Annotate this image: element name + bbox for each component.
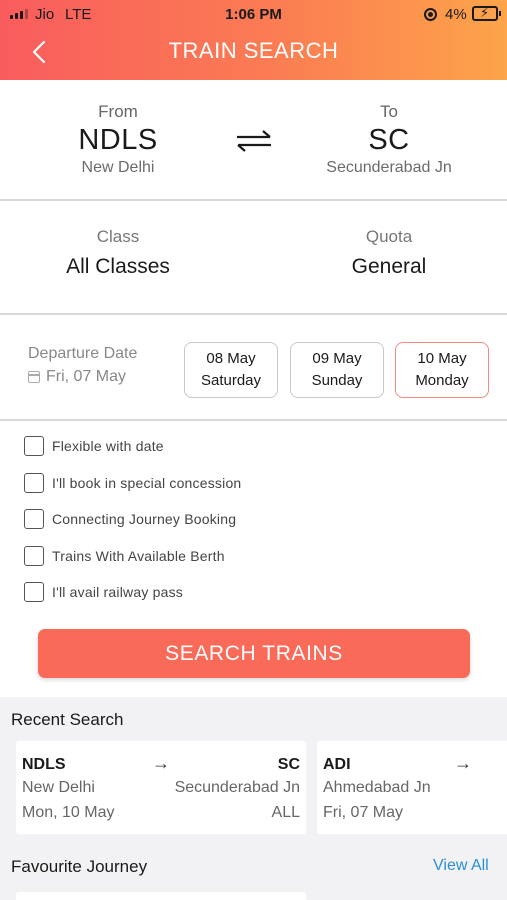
option-label: I'll book in special concession [52,475,242,491]
date-chip-day: Monday [415,372,469,389]
to-station[interactable]: To SC Secunderabad Jn [289,102,489,177]
favourite-journey-title: Favourite Journey [11,857,148,876]
right-arrow-icon: → [152,753,170,773]
checkbox[interactable] [24,473,44,493]
from-code: NDLS [78,124,158,156]
to-name: Secunderabad Jn [326,159,452,176]
recent-to-name: Secunderabad Jn [174,779,300,796]
date-chip-09-may[interactable]: 09 May Sunday [290,342,384,398]
to-code: SC [368,124,410,156]
recent-from-code: ADI [323,756,351,773]
recent-search-title: Recent Search [11,710,124,729]
swap-stations-button[interactable] [234,128,274,154]
option-railway-pass[interactable]: I'll avail railway pass [24,581,183,603]
recent-from-name: New Delhi [22,779,95,796]
class-selector[interactable]: Class All Classes [18,227,218,279]
recent-date: Fri, 07 May [323,804,404,821]
date-chip-date: 10 May [417,350,467,367]
option-label: I'll avail railway pass [52,584,183,600]
date-chip-date: 09 May [312,350,362,367]
departure-date-row: Departure Date Fri, 07 May 08 May Saturd… [0,315,507,421]
option-connecting-journey[interactable]: Connecting Journey Booking [24,508,236,530]
recent-search-card[interactable]: ADI → Ahmedabad Jn Fri, 07 May [317,741,507,834]
orientation-lock-icon [424,8,437,21]
departure-date-picker[interactable]: Departure Date Fri, 07 May [28,345,137,386]
quota-value: General [351,255,427,278]
option-label: Trains With Available Berth [52,548,225,564]
app-header: Jio LTE 1:06 PM 4% ⚡ TRAIN SEARCH [0,0,507,80]
option-label: Connecting Journey Booking [52,511,237,527]
recent-to-code: SC [277,756,300,773]
battery-icon: ⚡ [472,5,501,21]
recent-search-card[interactable]: NDLS → SC New Delhi Secunderabad Jn Mon,… [16,741,306,834]
quota-selector[interactable]: Quota General [289,227,489,279]
departure-date-value: Fri, 07 May [46,368,127,385]
to-label: To [380,102,398,121]
from-label: From [98,102,138,121]
swap-arrows-icon [237,130,271,152]
recent-favourite-section: Recent Search NDLS → SC New Delhi Secund… [0,697,507,900]
class-quota-row: Class All Classes Quota General [0,201,507,315]
view-all-link[interactable]: View All [433,857,489,875]
date-chip-day: Sunday [311,372,363,389]
page-title: TRAIN SEARCH [168,38,339,63]
battery-percent: 4% [445,6,467,23]
from-station[interactable]: From NDLS New Delhi [18,102,218,177]
search-trains-button[interactable]: SEARCH TRAINS [38,629,470,678]
date-chip-day: Saturday [200,372,262,389]
option-flexible-date[interactable]: Flexible with date [24,435,164,457]
recent-date: Mon, 10 May [22,804,115,821]
from-name: New Delhi [81,159,155,176]
class-value: All Classes [66,255,170,278]
recent-from-name: Ahmedabad Jn [323,779,431,796]
favourite-journey-card[interactable] [16,892,306,900]
status-bar: Jio LTE 1:06 PM 4% ⚡ [0,0,507,28]
checkbox[interactable] [24,546,44,566]
recent-from-code: NDLS [22,756,66,773]
option-special-concession[interactable]: I'll book in special concession [24,472,241,494]
date-chip-08-may[interactable]: 08 May Saturday [184,342,278,398]
date-chip-10-may[interactable]: 10 May Monday [395,342,489,398]
option-label: Flexible with date [52,438,164,454]
checkbox[interactable] [24,436,44,456]
departure-label: Departure Date [28,345,138,362]
checkbox[interactable] [24,582,44,602]
class-label: Class [96,227,140,246]
quota-label: Quota [365,227,413,246]
recent-class: ALL [271,804,300,821]
departure-date: Fri, 07 May [28,368,137,386]
date-chip-date: 08 May [206,350,256,367]
checkbox[interactable] [24,509,44,529]
right-arrow-icon: → [454,753,472,773]
route-selector: From NDLS New Delhi To SC Secunderabad J… [0,80,507,201]
option-available-berth[interactable]: Trains With Available Berth [24,545,225,567]
calendar-icon [28,371,40,383]
